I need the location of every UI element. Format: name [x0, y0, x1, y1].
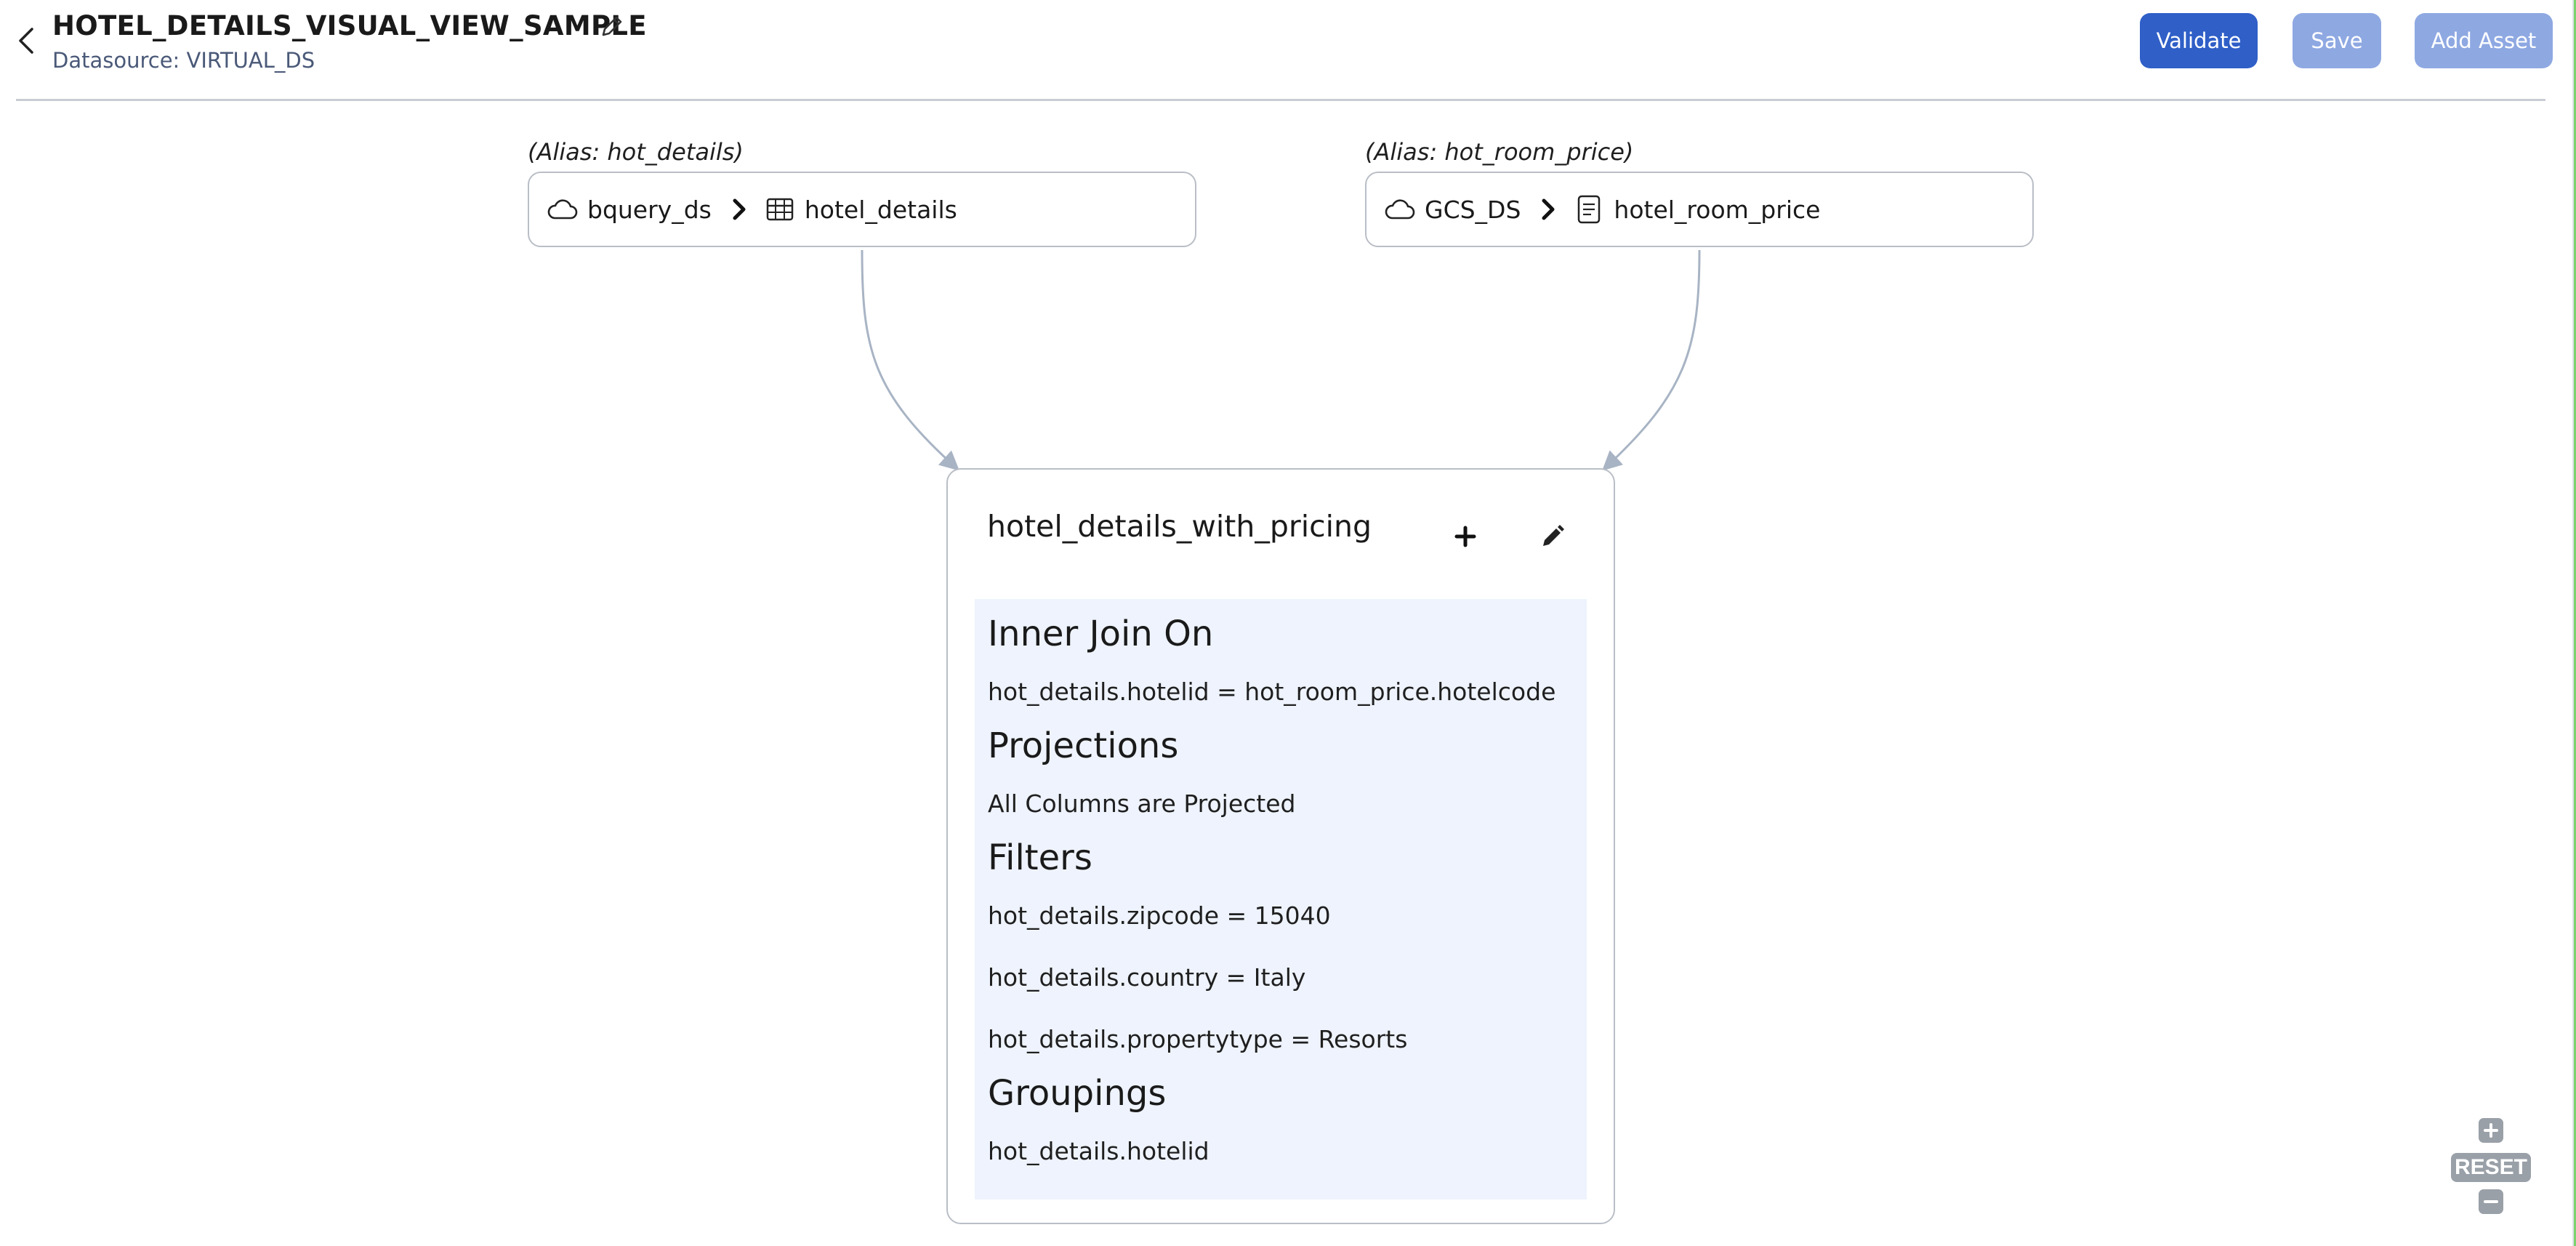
source-node-hotel-room-price[interactable]: GCS_DS hotel_room_price — [1365, 172, 2034, 247]
edge-hot-details — [861, 249, 960, 471]
source-alias-1: (Alias: hot_details) — [528, 138, 744, 166]
file-icon — [1573, 193, 1605, 225]
minus-icon — [2484, 1200, 2498, 1203]
plus-icon — [2484, 1123, 2498, 1138]
grouping-item: hot_details.hotelid — [988, 1137, 1209, 1165]
source-datasource-name: GCS_DS — [1425, 195, 1521, 224]
join-node-title: hotel_details_with_pricing — [987, 509, 1372, 544]
zoom-in-button[interactable] — [2479, 1118, 2503, 1143]
join-details-panel: Inner Join On hot_details.hotelid = hot_… — [975, 599, 1587, 1199]
chevron-right-icon — [1534, 195, 1563, 224]
table-icon — [764, 193, 796, 225]
chevron-right-icon — [725, 195, 754, 224]
section-heading-groupings: Groupings — [988, 1073, 1167, 1114]
section-heading-join: Inner Join On — [988, 614, 1214, 654]
plus-icon[interactable] — [1449, 520, 1481, 552]
zoom-reset-button[interactable]: RESET — [2451, 1153, 2531, 1182]
projection-item: All Columns are Projected — [988, 789, 1296, 818]
join-node[interactable]: hotel_details_with_pricing Inner Join On… — [946, 468, 1615, 1224]
cloud-icon — [547, 193, 579, 225]
filter-item: hot_details.zipcode = 15040 — [988, 901, 1331, 930]
join-condition: hot_details.hotelid = hot_room_price.hot… — [988, 678, 1556, 706]
edge-hot-room-price — [1602, 249, 1701, 471]
source-asset-name: hotel_details — [804, 195, 957, 224]
pencil-icon[interactable] — [1537, 520, 1569, 552]
section-heading-filters: Filters — [988, 837, 1092, 878]
source-asset-name: hotel_room_price — [1614, 195, 1821, 224]
zoom-out-button[interactable] — [2479, 1189, 2503, 1214]
section-heading-projections: Projections — [988, 726, 1179, 766]
source-datasource-name: bquery_ds — [587, 195, 712, 224]
source-node-hotel-details[interactable]: bquery_ds hotel_details — [528, 172, 1196, 247]
source-alias-2: (Alias: hot_room_price) — [1365, 138, 1634, 166]
filter-item: hot_details.propertytype = Resorts — [988, 1025, 1408, 1053]
cloud-icon — [1384, 193, 1416, 225]
filter-item: hot_details.country = Italy — [988, 963, 1306, 992]
